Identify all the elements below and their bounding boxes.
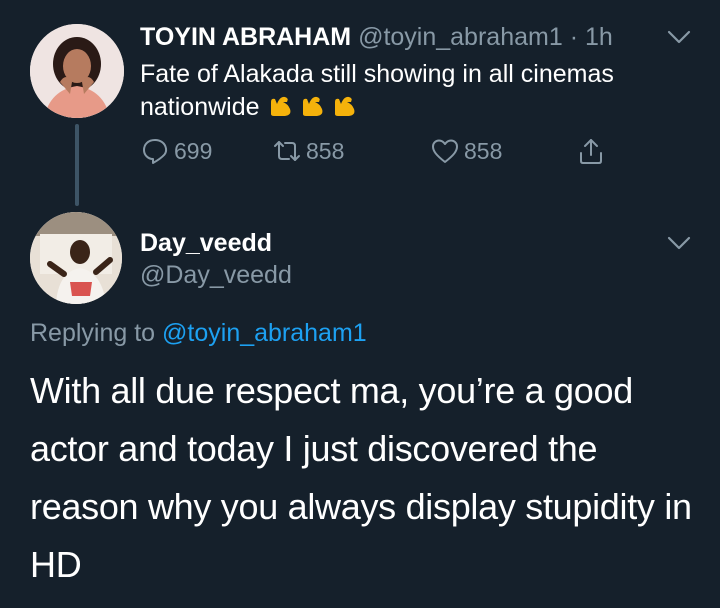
parent-tweet-body: Fate of Alakada still showing in all cin… bbox=[140, 60, 614, 121]
header-separator: · bbox=[569, 23, 579, 51]
like-button[interactable]: 858 bbox=[430, 136, 502, 166]
reply-handle[interactable]: @Day_veedd bbox=[140, 260, 292, 290]
share-button[interactable] bbox=[576, 136, 606, 166]
like-count: 858 bbox=[464, 137, 503, 164]
tweet-thread: TOYIN ABRAHAM @toyin_abraham1 · 1h Fate … bbox=[0, 0, 720, 608]
reply-count: 699 bbox=[174, 137, 213, 164]
heart-icon bbox=[432, 139, 458, 163]
reply-button[interactable]: 699 bbox=[140, 136, 212, 166]
avatar[interactable] bbox=[30, 212, 122, 304]
replying-to-mention-link[interactable]: @toyin_abraham1 bbox=[162, 319, 367, 347]
chevron-down-icon[interactable] bbox=[667, 30, 691, 44]
parent-tweet-header: TOYIN ABRAHAM @toyin_abraham1 · 1h bbox=[140, 22, 613, 52]
retweet-count: 858 bbox=[306, 137, 345, 164]
parent-display-name[interactable]: TOYIN ABRAHAM bbox=[140, 23, 351, 51]
reply-display-name[interactable]: Day_veedd bbox=[140, 228, 272, 258]
share-icon bbox=[580, 139, 602, 164]
reply-icon bbox=[143, 139, 168, 164]
parent-tweet-text: Fate of Alakada still showing in all cin… bbox=[140, 59, 700, 123]
avatar[interactable] bbox=[30, 24, 124, 118]
retweet-button[interactable]: 858 bbox=[272, 136, 344, 166]
flexed-biceps-icon bbox=[334, 96, 354, 116]
parent-handle[interactable]: @toyin_abraham1 bbox=[358, 23, 563, 51]
replying-to-line: Replying to @toyin_abraham1 bbox=[30, 318, 367, 348]
thread-connector-line bbox=[75, 124, 79, 206]
flexed-biceps-icon bbox=[270, 96, 290, 116]
replying-to-label: Replying to bbox=[30, 319, 156, 347]
emoji-group bbox=[266, 90, 362, 120]
flexed-biceps-icon bbox=[302, 96, 322, 116]
retweet-icon bbox=[274, 141, 300, 161]
parent-timestamp[interactable]: 1h bbox=[585, 23, 613, 51]
chevron-down-icon[interactable] bbox=[667, 236, 691, 250]
avatar-image bbox=[30, 24, 124, 118]
reply-tweet-text: With all due respect ma, you’re a good a… bbox=[30, 370, 692, 585]
avatar-image bbox=[30, 212, 122, 304]
